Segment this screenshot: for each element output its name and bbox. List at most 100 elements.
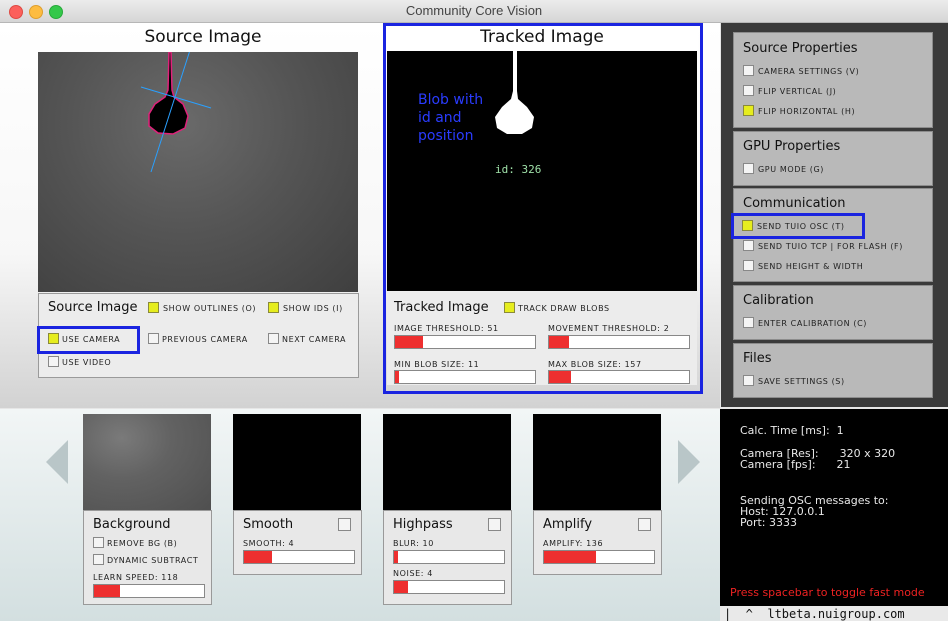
noise-slider[interactable] [393, 580, 505, 594]
smooth-filter-title: Smooth [243, 517, 294, 532]
background-filter-preview [83, 414, 211, 510]
blob-annotation-line: Blob with [418, 92, 484, 108]
files-title: Files [743, 351, 772, 366]
movement-threshold-fill [549, 336, 569, 348]
smooth-fill [244, 551, 272, 563]
highpass-filter-preview [383, 414, 511, 510]
background-filter-title: Background [93, 517, 171, 532]
flip-horizontal-label: Flip Horizontal (H) [758, 107, 856, 116]
use-video-checkbox[interactable] [48, 356, 59, 367]
track-draw-blobs-label: Track Draw Blobs [518, 304, 610, 313]
calibration-title: Calibration [743, 293, 814, 308]
amplify-fill [544, 551, 596, 563]
send-height-width-label: Send Height & Width [758, 262, 864, 271]
image-threshold-slider[interactable] [394, 335, 536, 349]
show-ids-label: Show IDs (I) [283, 304, 343, 313]
save-settings-label: Save Settings (S) [758, 377, 845, 386]
source-image-view [38, 52, 358, 292]
window-title: Community Core Vision [405, 3, 543, 18]
osc-port: Port: 3333 [740, 516, 798, 529]
send-height-width-checkbox[interactable] [743, 260, 754, 271]
tracked-blob [495, 51, 534, 134]
max-blob-size-label: Max Blob Size: 157 [548, 360, 642, 369]
noise-fill [394, 581, 409, 593]
tracked-image-view [387, 51, 697, 291]
send-tuio-tcp-label: Send TUIO TCP | For Flash (F) [758, 242, 903, 251]
camera-fps-readout: Camera [fps]: 21 [740, 458, 851, 471]
track-draw-blobs-checkbox[interactable] [504, 302, 515, 313]
flip-vertical-label: Flip Vertical (J) [758, 87, 837, 96]
source-properties-title: Source Properties [743, 41, 858, 56]
max-blob-size-fill [549, 371, 572, 383]
fast-mode-hint: Press spacebar to toggle fast mode [730, 586, 925, 599]
smooth-enable-checkbox[interactable] [338, 518, 351, 531]
blob-annotation-line: position [418, 128, 474, 144]
use-video-label: Use Video [62, 358, 112, 367]
flip-horizontal-checkbox[interactable] [743, 105, 754, 116]
learn-speed-label: Learn Speed: 118 [93, 573, 179, 582]
learn-speed-slider[interactable] [93, 584, 205, 598]
calc-time-readout: Calc. Time [ms]: 1 [740, 424, 844, 437]
smooth-slider[interactable] [243, 550, 355, 564]
source-image-title: Source Image [144, 27, 262, 47]
learn-speed-fill [94, 585, 121, 597]
smooth-filter-preview [233, 414, 361, 510]
highpass-enable-checkbox[interactable] [488, 518, 501, 531]
amplify-filter-preview [533, 414, 661, 510]
image-threshold-fill [395, 336, 423, 348]
min-blob-size-slider[interactable] [394, 370, 536, 384]
highpass-filter-title: Highpass [393, 517, 453, 532]
max-blob-size-slider[interactable] [548, 370, 690, 384]
movement-threshold-slider[interactable] [548, 335, 690, 349]
gpu-mode-label: GPU Mode (G) [758, 165, 825, 174]
next-camera-label: Next Camera [282, 335, 347, 344]
image-threshold-label: Image Threshold: 51 [394, 324, 499, 333]
flip-vertical-checkbox[interactable] [743, 85, 754, 96]
footer-url: | ^ ltbeta.nuigroup.com [724, 607, 905, 621]
show-ids-checkbox[interactable] [268, 302, 279, 313]
send-tuio-tcp-checkbox[interactable] [743, 240, 754, 251]
noise-label: Noise: 4 [393, 569, 433, 578]
blur-slider[interactable] [393, 550, 505, 564]
enter-calibration-checkbox[interactable] [743, 317, 754, 328]
dynamic-subtract-checkbox[interactable] [93, 554, 104, 565]
amplify-slider[interactable] [543, 550, 655, 564]
smooth-value-label: Smooth: 4 [243, 539, 295, 548]
next-camera-button[interactable] [268, 333, 279, 344]
scroll-left-arrow-icon[interactable] [44, 440, 70, 484]
movement-threshold-label: Movement Threshold: 2 [548, 324, 670, 333]
amplify-enable-checkbox[interactable] [638, 518, 651, 531]
blob-id-label: id: 326 [495, 163, 542, 176]
blob-annotation: Blob with id and position [418, 91, 483, 145]
gpu-mode-checkbox[interactable] [743, 163, 754, 174]
amplify-value-label: Amplify: 136 [543, 539, 604, 548]
blur-fill [394, 551, 399, 563]
send-tuio-osc-checkbox[interactable] [742, 220, 753, 231]
use-camera-label: Use Camera [62, 335, 121, 344]
amplify-filter-title: Amplify [543, 517, 593, 532]
save-settings-checkbox[interactable] [743, 375, 754, 386]
communication-title: Communication [743, 196, 846, 211]
previous-camera-label: Previous Camera [162, 335, 248, 344]
blob-annotation-line: id and [418, 110, 462, 126]
remove-bg-checkbox[interactable] [93, 537, 104, 548]
gpu-properties-title: GPU Properties [743, 139, 841, 154]
show-outlines-label: Show Outlines (O) [163, 304, 257, 313]
source-blob-outline [148, 52, 189, 135]
tracked-image-label: Tracked Image [394, 300, 489, 315]
min-blob-size-label: Min Blob Size: 11 [394, 360, 480, 369]
camera-settings-label: Camera Settings (V) [758, 67, 860, 76]
use-camera-checkbox[interactable] [48, 333, 59, 344]
min-blob-size-fill [395, 371, 400, 383]
camera-settings-checkbox[interactable] [743, 65, 754, 76]
send-tuio-osc-label: Send TUIO OSC (T) [757, 222, 845, 231]
enter-calibration-label: Enter Calibration (C) [758, 319, 868, 328]
source-image-label: Source Image [48, 300, 138, 315]
dynamic-subtract-label: Dynamic Subtract [107, 556, 199, 565]
blur-label: Blur: 10 [393, 539, 434, 548]
tracked-image-title: Tracked Image [480, 27, 604, 47]
previous-camera-button[interactable] [148, 333, 159, 344]
scroll-right-arrow-icon[interactable] [676, 440, 702, 484]
remove-bg-label: Remove BG (B) [107, 539, 178, 548]
show-outlines-checkbox[interactable] [148, 302, 159, 313]
